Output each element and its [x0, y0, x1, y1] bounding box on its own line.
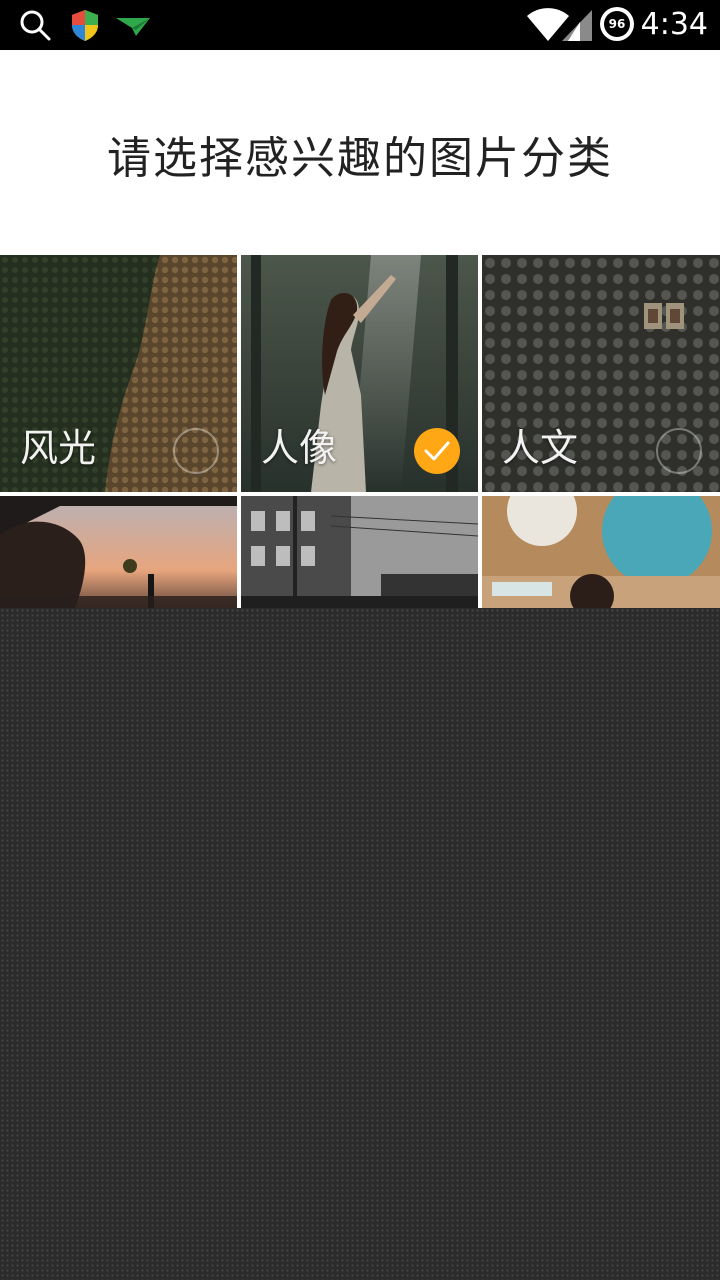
select-checkbox[interactable] [656, 428, 702, 474]
status-bar: 96 4:34 [0, 0, 720, 50]
battery-indicator: 96 [600, 7, 634, 41]
category-tile-5[interactable] [241, 496, 478, 620]
category-tile-4[interactable] [0, 496, 237, 620]
category-tile-landscape[interactable]: 风光 [0, 255, 237, 492]
paper-plane-icon [114, 8, 150, 42]
city-street-photo [241, 496, 478, 620]
category-tile-portrait[interactable]: 人像 [241, 255, 478, 492]
category-tile-humanities[interactable]: 人文 [482, 255, 720, 492]
category-label: 人文 [502, 426, 579, 470]
select-checkbox-checked[interactable] [414, 428, 460, 474]
clock: 4:34 [640, 7, 708, 42]
balloon-photo [482, 496, 720, 620]
category-label: 人像 [261, 426, 338, 470]
shield-icon [68, 8, 102, 42]
man-car-photo [0, 496, 237, 620]
search-icon [18, 8, 52, 42]
battery-level: 96 [604, 11, 630, 37]
category-label: 风光 [20, 426, 97, 470]
loading-overlay [0, 608, 720, 1280]
select-checkbox[interactable] [173, 428, 219, 474]
signal-icon [560, 8, 594, 42]
page-header: 请选择感兴趣的图片分类 [0, 50, 720, 255]
category-tile-6[interactable] [482, 496, 720, 620]
page-title: 请选择感兴趣的图片分类 [107, 133, 613, 184]
category-grid: 风光 人像 人文 [0, 255, 720, 620]
checkmark-icon [424, 441, 450, 461]
